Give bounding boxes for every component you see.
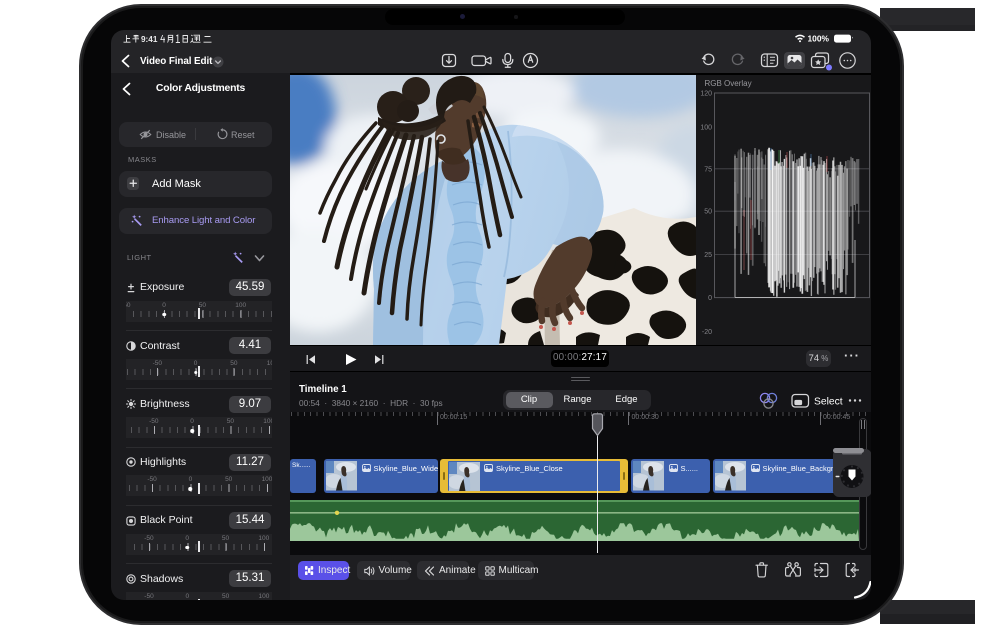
- svg-text:Select: Select: [814, 397, 843, 408]
- svg-text:100%: 100%: [808, 34, 830, 44]
- svg-text:100: 100: [700, 125, 712, 132]
- svg-text:75: 75: [704, 166, 712, 173]
- svg-text:25: 25: [704, 252, 712, 259]
- svg-text:0: 0: [708, 295, 712, 302]
- svg-text:120: 120: [700, 91, 712, 98]
- svg-text:-20: -20: [702, 329, 712, 336]
- svg-text:50: 50: [704, 209, 712, 216]
- svg-text:9:41: 9:41: [141, 35, 158, 44]
